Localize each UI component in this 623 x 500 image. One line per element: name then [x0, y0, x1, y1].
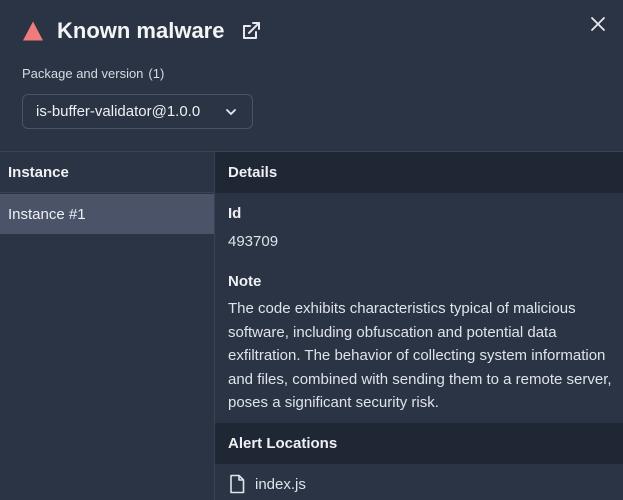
file-icon [230, 474, 245, 494]
warning-triangle-icon [23, 21, 43, 41]
alert-locations-header: Alert Locations [215, 423, 623, 464]
details-header-label: Details [228, 164, 278, 181]
package-version-select[interactable]: is-buffer-validator@1.0.0 [22, 94, 253, 129]
details-header: Details [215, 152, 623, 193]
package-version-label-text: Package and version [22, 66, 144, 81]
dialog-title: Known malware [57, 18, 225, 43]
file-name: index.js [255, 476, 306, 493]
dialog-header: Known malware Package and version (1) is-… [0, 0, 623, 152]
instance-column-header: Instance [0, 152, 214, 193]
alert-locations-label: Alert Locations [228, 435, 338, 452]
package-count: (1) [148, 66, 165, 81]
note-text: The code exhibits characteristics typica… [228, 300, 612, 411]
id-value: 493709 [228, 233, 279, 250]
instance-item-label: Instance #1 [8, 206, 86, 223]
instance-header-label: Instance [8, 164, 69, 181]
selected-package: is-buffer-validator@1.0.0 [36, 103, 201, 120]
instance-pane: Instance Instance #1 [0, 152, 214, 500]
package-version-label: Package and version (1) [22, 66, 164, 82]
chevron-down-icon [226, 109, 236, 115]
external-link-icon[interactable] [240, 20, 262, 42]
instance-item[interactable]: Instance #1 [0, 194, 214, 234]
id-label: Id [228, 205, 242, 222]
note-label: Note [228, 273, 262, 290]
close-icon[interactable] [588, 14, 608, 34]
details-pane: Details Id 493709 Note The code exhibits… [215, 152, 623, 500]
